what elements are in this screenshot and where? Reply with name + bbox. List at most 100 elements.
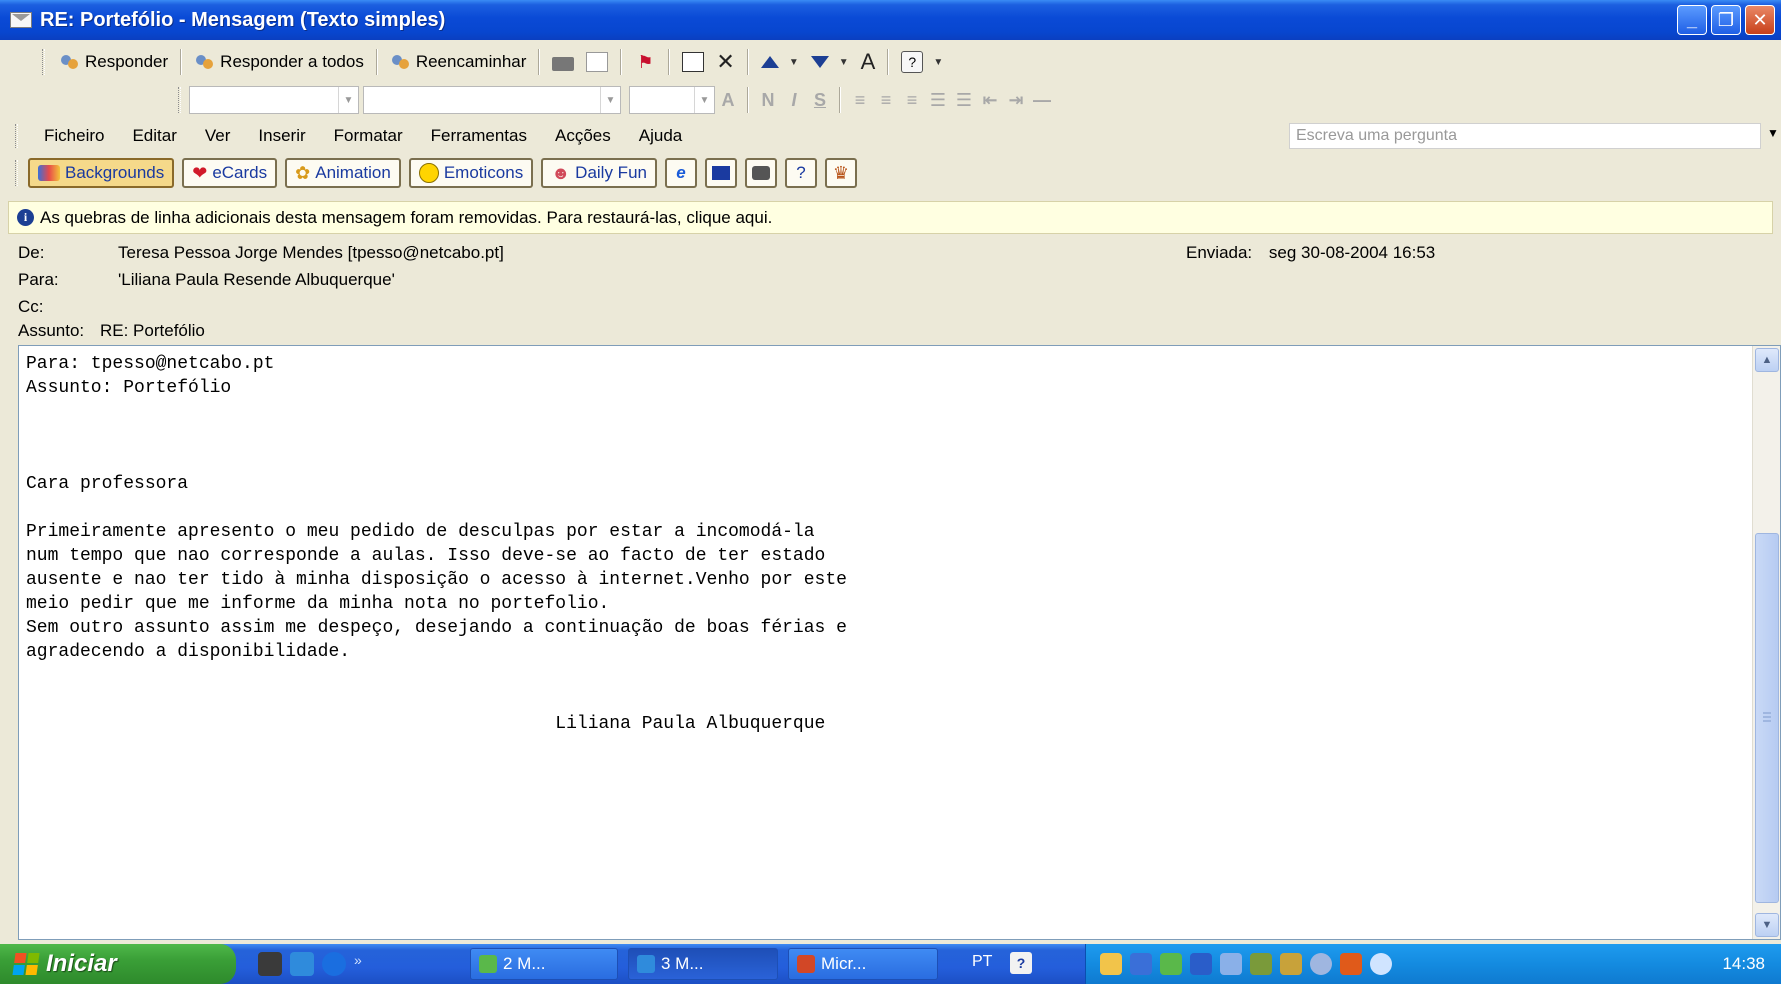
to-value[interactable]: 'Liliana Paula Resende Albuquerque'	[118, 270, 395, 290]
task-button-messenger[interactable]: 2 M...	[470, 948, 618, 980]
from-value[interactable]: Teresa Pessoa Jorge Mendes [tpesso@netca…	[118, 243, 504, 263]
vertical-scrollbar[interactable]: ▲ ▼	[1752, 346, 1780, 939]
menu-accoes[interactable]: Acções	[541, 126, 625, 146]
font-combo[interactable]: ▼	[363, 86, 621, 114]
contact-card-button[interactable]	[704, 158, 737, 188]
address-book-button[interactable]: A	[855, 46, 882, 78]
underline-icon[interactable]: S	[807, 90, 833, 111]
font-size-combo[interactable]: ▼	[629, 86, 715, 114]
addon-help-button[interactable]: ?	[784, 158, 817, 188]
animation-button[interactable]: ✿ Animation	[285, 158, 401, 188]
backgrounds-button[interactable]: Backgrounds	[28, 158, 175, 188]
info-bar[interactable]: i As quebras de linha adicionais desta m…	[8, 201, 1773, 234]
desktop-icon[interactable]	[258, 952, 282, 976]
chevron-right-icon[interactable]: »	[354, 952, 368, 976]
tray-app-icon[interactable]	[1100, 953, 1122, 975]
move-to-folder-button[interactable]	[676, 46, 710, 78]
mascot-button[interactable]: ♛	[824, 158, 857, 188]
emoticons-button[interactable]: Emoticons	[408, 158, 534, 188]
bold-icon[interactable]: N	[755, 90, 781, 111]
clock[interactable]: 14:38	[1722, 954, 1765, 974]
scroll-thumb[interactable]	[1755, 533, 1779, 903]
copy-button[interactable]	[580, 46, 614, 78]
align-right-icon[interactable]: ≡	[899, 90, 925, 111]
numbered-list-icon[interactable]: ☰	[925, 90, 951, 111]
horizontal-line-icon[interactable]: —	[1029, 90, 1055, 111]
style-combo[interactable]: ▼	[189, 86, 359, 114]
smiley-icon	[418, 163, 439, 183]
font-color-icon[interactable]: A	[715, 90, 741, 111]
toolbar-separator	[180, 49, 183, 75]
network-icon[interactable]	[1130, 953, 1152, 975]
tray-sync-icon[interactable]	[1370, 953, 1392, 975]
task-button-powerpoint[interactable]: Micr...	[788, 948, 938, 980]
menu-grip[interactable]	[15, 124, 18, 148]
tray-people-icon[interactable]	[1160, 953, 1182, 975]
info-bar-text: As quebras de linha adicionais desta men…	[40, 207, 773, 227]
ie-icon[interactable]	[322, 952, 346, 976]
taskbar: Iniciar » 2 M... 3 M... Micr... PT ? 14:…	[0, 944, 1781, 984]
menu-editar[interactable]: Editar	[118, 126, 190, 146]
print-button[interactable]	[546, 46, 580, 78]
sent-row: Enviada: seg 30-08-2004 16:53	[1186, 243, 1435, 263]
toolbar-separator	[747, 87, 749, 113]
browser-button[interactable]: e	[664, 158, 697, 188]
printer-icon[interactable]	[1220, 953, 1242, 975]
menu-inserir[interactable]: Inserir	[244, 126, 319, 146]
info-icon: i	[17, 209, 34, 226]
tray-tool-icon[interactable]	[1250, 953, 1272, 975]
italic-icon[interactable]: I	[781, 90, 807, 111]
mascot-icon: ♛	[832, 162, 850, 183]
menu-ajuda[interactable]: Ajuda	[625, 126, 696, 146]
title-bar[interactable]: RE: Portefólio - Mensagem (Texto simples…	[0, 0, 1781, 40]
decrease-indent-icon[interactable]: ⇤	[977, 90, 1003, 111]
tray-disk-icon[interactable]	[1310, 953, 1332, 975]
sent-label: Enviada:	[1186, 243, 1253, 262]
maximize-button[interactable]: ❐	[1711, 5, 1741, 35]
start-button[interactable]: Iniciar	[0, 944, 236, 984]
tray-shield-icon[interactable]	[1280, 953, 1302, 975]
menu-ficheiro[interactable]: Ficheiro	[30, 126, 118, 146]
scroll-down-button[interactable]: ▼	[1755, 913, 1779, 937]
help-button[interactable]: ? ▼	[895, 46, 949, 78]
camera-button[interactable]	[744, 158, 777, 188]
help-icon[interactable]: ?	[1010, 952, 1032, 974]
reply-label: Responder	[85, 52, 169, 71]
increase-indent-icon[interactable]: ⇥	[1003, 90, 1029, 111]
menu-formatar[interactable]: Formatar	[320, 126, 417, 146]
delete-button[interactable]: ✕	[710, 46, 740, 78]
previous-item-button[interactable]: ▼	[755, 46, 805, 78]
reply-button[interactable]: Responder	[53, 46, 174, 78]
ask-question-input[interactable]: Escreva uma pergunta	[1289, 123, 1761, 149]
next-item-button[interactable]: ▼	[805, 46, 855, 78]
ecards-button[interactable]: ❤ eCards	[182, 158, 278, 188]
flag-button[interactable]: ⚑	[628, 46, 662, 78]
font-a-icon: A	[860, 49, 876, 74]
emoticons-label: Emoticons	[443, 163, 524, 182]
scroll-up-button[interactable]: ▲	[1755, 348, 1779, 372]
daily-fun-button[interactable]: ☻ Daily Fun	[541, 158, 657, 188]
bullet-list-icon[interactable]: ☰	[951, 90, 977, 111]
toolbar-grip[interactable]	[178, 87, 181, 113]
language-indicator[interactable]: PT	[972, 953, 992, 971]
toolbar-separator	[839, 87, 841, 113]
addon-toolbar: Backgrounds ❤ eCards ✿ Animation Emotico…	[0, 154, 1781, 192]
close-button[interactable]: ✕	[1745, 5, 1775, 35]
standard-toolbar: Responder Responder a todos Reencaminhar…	[0, 43, 1781, 81]
menu-ferramentas[interactable]: Ferramentas	[417, 126, 541, 146]
toolbar-grip[interactable]	[15, 160, 18, 186]
warning-icon[interactable]	[1340, 953, 1362, 975]
forward-button[interactable]: Reencaminhar	[384, 46, 533, 78]
tray-window-icon[interactable]	[1190, 953, 1212, 975]
outlook-icon[interactable]	[290, 952, 314, 976]
task-button-outlook[interactable]: 3 M...	[628, 948, 778, 980]
message-body[interactable]: Para: tpesso@netcabo.pt Assunto: Portefó…	[18, 345, 1781, 940]
toolbar-grip[interactable]	[42, 49, 45, 75]
menu-ver[interactable]: Ver	[191, 126, 245, 146]
reply-all-button[interactable]: Responder a todos	[188, 46, 370, 78]
message-body-text[interactable]: Para: tpesso@netcabo.pt Assunto: Portefó…	[26, 352, 1746, 736]
align-left-icon[interactable]: ≡	[847, 90, 873, 111]
minimize-button[interactable]: _	[1677, 5, 1707, 35]
align-center-icon[interactable]: ≡	[873, 90, 899, 111]
chevron-down-icon[interactable]: ▼	[1767, 126, 1779, 140]
